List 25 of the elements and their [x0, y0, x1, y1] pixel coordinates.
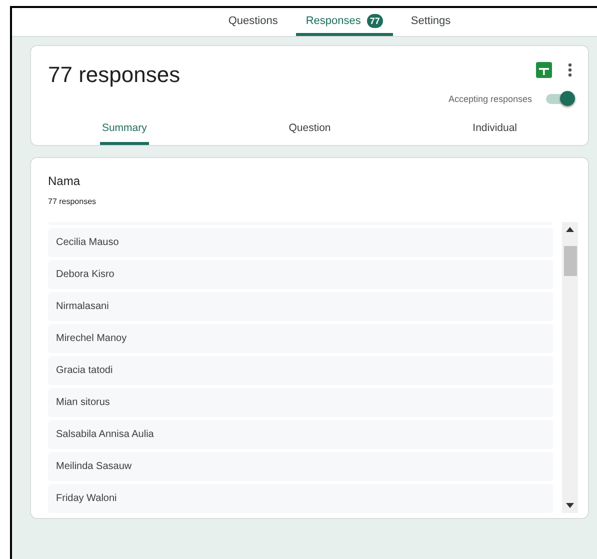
answer-row: Mirechel Manoy [48, 324, 553, 353]
answer-row: Debora Kisro [48, 260, 553, 289]
tab[interactable]: Settings [400, 8, 461, 36]
scrollbar[interactable] [562, 222, 578, 513]
tab[interactable]: Individual [470, 118, 520, 145]
answer-row: Meilinda Sasauw [48, 452, 553, 481]
tab[interactable]: Question [286, 118, 333, 145]
more-options-icon[interactable] [568, 63, 572, 77]
answer-row: Cecilia Mauso [48, 228, 553, 257]
toggle-switch[interactable] [546, 94, 572, 104]
accepting-label: Accepting responses [448, 94, 532, 104]
count-badge: 77 [366, 14, 383, 28]
scroll-thumb[interactable] [564, 246, 576, 276]
answer-row: Salsabila Annisa Aulia [48, 420, 553, 449]
response-count: 77 responses [48, 197, 98, 206]
answer-row: Gracia tatodi [48, 356, 553, 385]
tab[interactable]: Summary [100, 118, 149, 145]
answer-row: Mian sitorus [48, 388, 553, 417]
tab[interactable]: Questions [218, 8, 288, 36]
question-title: Nama [48, 174, 82, 188]
tab[interactable]: Responses 77 [296, 8, 393, 36]
answer-row: Nirmalasani [48, 292, 553, 321]
spreadsheet-icon[interactable] [536, 62, 552, 78]
response-count-title: 77 responses [48, 62, 180, 88]
answer-row: Friday Waloni [48, 484, 553, 513]
